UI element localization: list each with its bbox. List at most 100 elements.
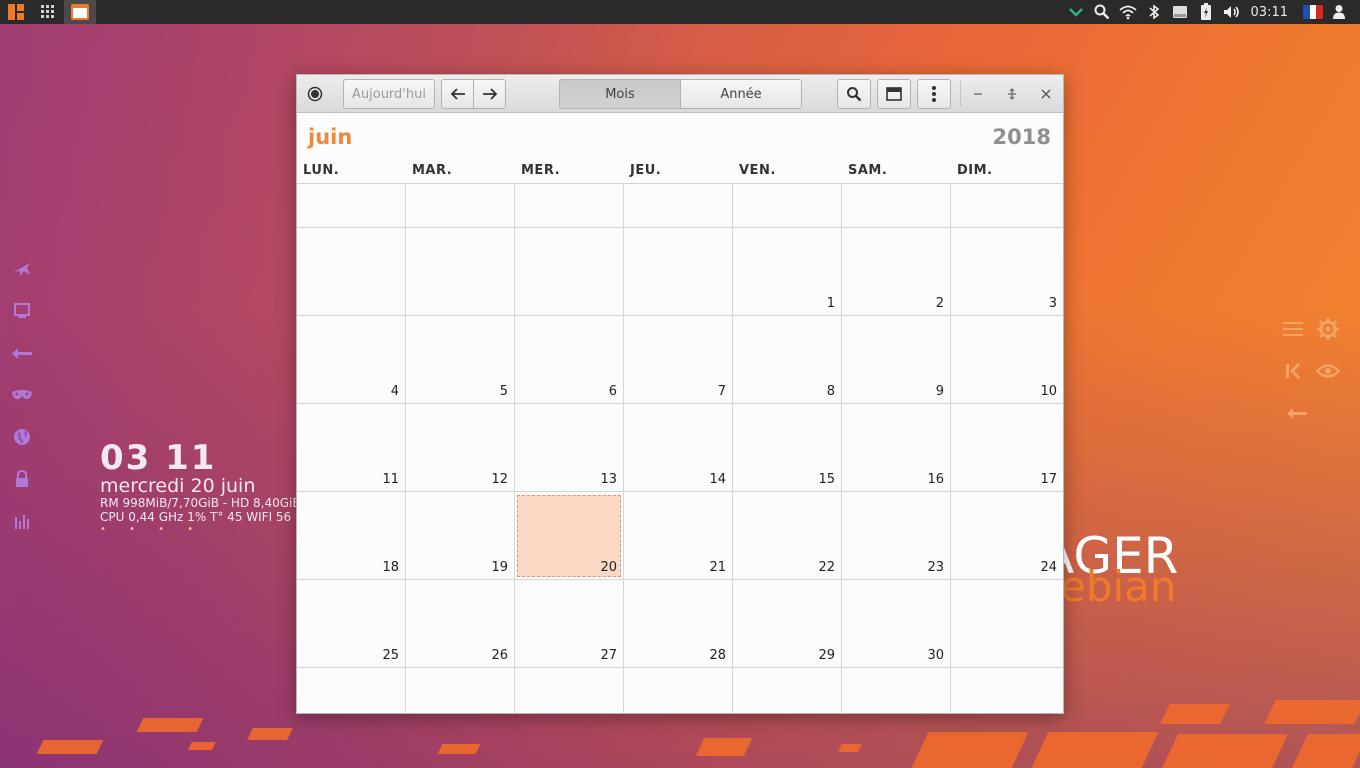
search-button[interactable] bbox=[837, 79, 871, 109]
taskbar-calendar-button[interactable] bbox=[64, 0, 96, 24]
back-arrow-icon[interactable] bbox=[1282, 398, 1312, 428]
day-cell-21[interactable]: 21 bbox=[624, 491, 733, 579]
minimize-button[interactable] bbox=[963, 79, 993, 109]
eye-icon[interactable] bbox=[1316, 356, 1340, 386]
today-button[interactable]: Aujourd'hui bbox=[343, 79, 435, 109]
day-number: 28 bbox=[709, 648, 726, 663]
day-cell-30[interactable]: 30 bbox=[842, 579, 951, 667]
apps-grid-button[interactable] bbox=[32, 0, 64, 24]
day-cell-empty[interactable] bbox=[406, 667, 515, 713]
day-cell-empty[interactable] bbox=[515, 667, 624, 713]
day-number: 27 bbox=[600, 648, 617, 663]
maximize-button[interactable] bbox=[997, 79, 1027, 109]
day-cell-empty[interactable] bbox=[297, 667, 406, 713]
day-cell-10[interactable]: 10 bbox=[951, 315, 1063, 403]
flag-icon[interactable] bbox=[1300, 0, 1326, 24]
day-cell-14[interactable]: 14 bbox=[624, 403, 733, 491]
day-cell-empty[interactable] bbox=[297, 227, 406, 315]
day-cell-empty[interactable] bbox=[951, 579, 1063, 667]
calendar-window: Aujourd'hui Mois Année juin 2018 LUN. MAR bbox=[296, 74, 1064, 714]
day-cell-22[interactable]: 22 bbox=[733, 491, 842, 579]
tab-month[interactable]: Mois bbox=[559, 79, 681, 109]
search-icon bbox=[847, 87, 862, 102]
bluetooth-icon[interactable] bbox=[1141, 0, 1167, 24]
day-cell-empty[interactable] bbox=[624, 667, 733, 713]
day-cell-empty[interactable] bbox=[951, 667, 1063, 713]
user-icon[interactable] bbox=[1326, 0, 1352, 24]
day-cell-empty[interactable] bbox=[406, 183, 515, 227]
previous-button[interactable] bbox=[441, 79, 474, 109]
day-cell-empty[interactable] bbox=[515, 183, 624, 227]
conky-dots: • • • • bbox=[100, 524, 204, 535]
lock-icon[interactable] bbox=[10, 458, 34, 500]
weekday-label: LUN. bbox=[303, 163, 340, 178]
volume-icon[interactable] bbox=[1219, 0, 1245, 24]
day-cell-empty[interactable] bbox=[733, 183, 842, 227]
app-menu-button[interactable] bbox=[0, 0, 32, 24]
panel-clock[interactable]: 03:11 bbox=[1245, 5, 1300, 20]
day-cell-7[interactable]: 7 bbox=[624, 315, 733, 403]
day-cell-5[interactable]: 5 bbox=[406, 315, 515, 403]
gear-icon[interactable] bbox=[1316, 314, 1340, 344]
day-cell-20[interactable]: 20 bbox=[515, 491, 624, 579]
skip-back-icon[interactable] bbox=[1282, 356, 1304, 386]
day-cell-29[interactable]: 29 bbox=[733, 579, 842, 667]
menu-button[interactable] bbox=[917, 79, 951, 109]
day-cell-1[interactable]: 1 bbox=[733, 227, 842, 315]
next-button[interactable] bbox=[473, 79, 506, 109]
day-cell-17[interactable]: 17 bbox=[951, 403, 1063, 491]
globe-icon[interactable] bbox=[10, 416, 34, 458]
day-cell-3[interactable]: 3 bbox=[951, 227, 1063, 315]
right-dock bbox=[1282, 308, 1352, 434]
day-cell-empty[interactable] bbox=[624, 183, 733, 227]
day-cell-23[interactable]: 23 bbox=[842, 491, 951, 579]
day-cell-empty[interactable] bbox=[842, 183, 951, 227]
day-cell-empty[interactable] bbox=[733, 667, 842, 713]
search-icon[interactable] bbox=[1089, 0, 1115, 24]
day-cell-11[interactable]: 11 bbox=[297, 403, 406, 491]
day-cell-8[interactable]: 8 bbox=[733, 315, 842, 403]
day-cell-26[interactable]: 26 bbox=[406, 579, 515, 667]
day-cell-4[interactable]: 4 bbox=[297, 315, 406, 403]
top-panel: 03:11 bbox=[0, 0, 1360, 24]
day-cell-empty[interactable] bbox=[842, 667, 951, 713]
day-cell-19[interactable]: 19 bbox=[406, 491, 515, 579]
airplane-icon[interactable] bbox=[10, 248, 34, 290]
day-number: 13 bbox=[600, 472, 617, 487]
day-cell-2[interactable]: 2 bbox=[842, 227, 951, 315]
day-cell-empty[interactable] bbox=[515, 227, 624, 315]
mask-icon[interactable] bbox=[10, 374, 34, 416]
day-cell-12[interactable]: 12 bbox=[406, 403, 515, 491]
day-cell-13[interactable]: 13 bbox=[515, 403, 624, 491]
day-cell-25[interactable]: 25 bbox=[297, 579, 406, 667]
arrow-right-icon bbox=[482, 88, 497, 100]
drive-icon[interactable] bbox=[1167, 0, 1193, 24]
stats-icon[interactable] bbox=[10, 500, 34, 542]
back-arrow-icon[interactable] bbox=[10, 332, 34, 374]
close-button[interactable] bbox=[1031, 79, 1061, 109]
day-cell-18[interactable]: 18 bbox=[297, 491, 406, 579]
day-cell-24[interactable]: 24 bbox=[951, 491, 1063, 579]
day-cell-empty[interactable] bbox=[406, 227, 515, 315]
check-icon[interactable] bbox=[1063, 0, 1089, 24]
day-number: 18 bbox=[382, 560, 399, 575]
hamburger-menu-icon[interactable] bbox=[1282, 314, 1304, 344]
day-cell-28[interactable]: 28 bbox=[624, 579, 733, 667]
tab-year[interactable]: Année bbox=[680, 79, 802, 109]
day-cell-6[interactable]: 6 bbox=[515, 315, 624, 403]
battery-icon[interactable] bbox=[1193, 0, 1219, 24]
record-button[interactable] bbox=[303, 79, 327, 109]
kebab-menu-icon bbox=[932, 86, 936, 102]
day-cell-empty[interactable] bbox=[297, 183, 406, 227]
day-cell-15[interactable]: 15 bbox=[733, 403, 842, 491]
weekday-label: VEN. bbox=[739, 163, 776, 178]
day-cell-empty[interactable] bbox=[951, 183, 1063, 227]
wifi-icon[interactable] bbox=[1115, 0, 1141, 24]
record-icon bbox=[307, 86, 323, 102]
day-cell-9[interactable]: 9 bbox=[842, 315, 951, 403]
day-cell-empty[interactable] bbox=[624, 227, 733, 315]
day-cell-27[interactable]: 27 bbox=[515, 579, 624, 667]
monitor-icon[interactable] bbox=[10, 290, 34, 332]
day-cell-16[interactable]: 16 bbox=[842, 403, 951, 491]
calendar-management-button[interactable] bbox=[877, 79, 911, 109]
